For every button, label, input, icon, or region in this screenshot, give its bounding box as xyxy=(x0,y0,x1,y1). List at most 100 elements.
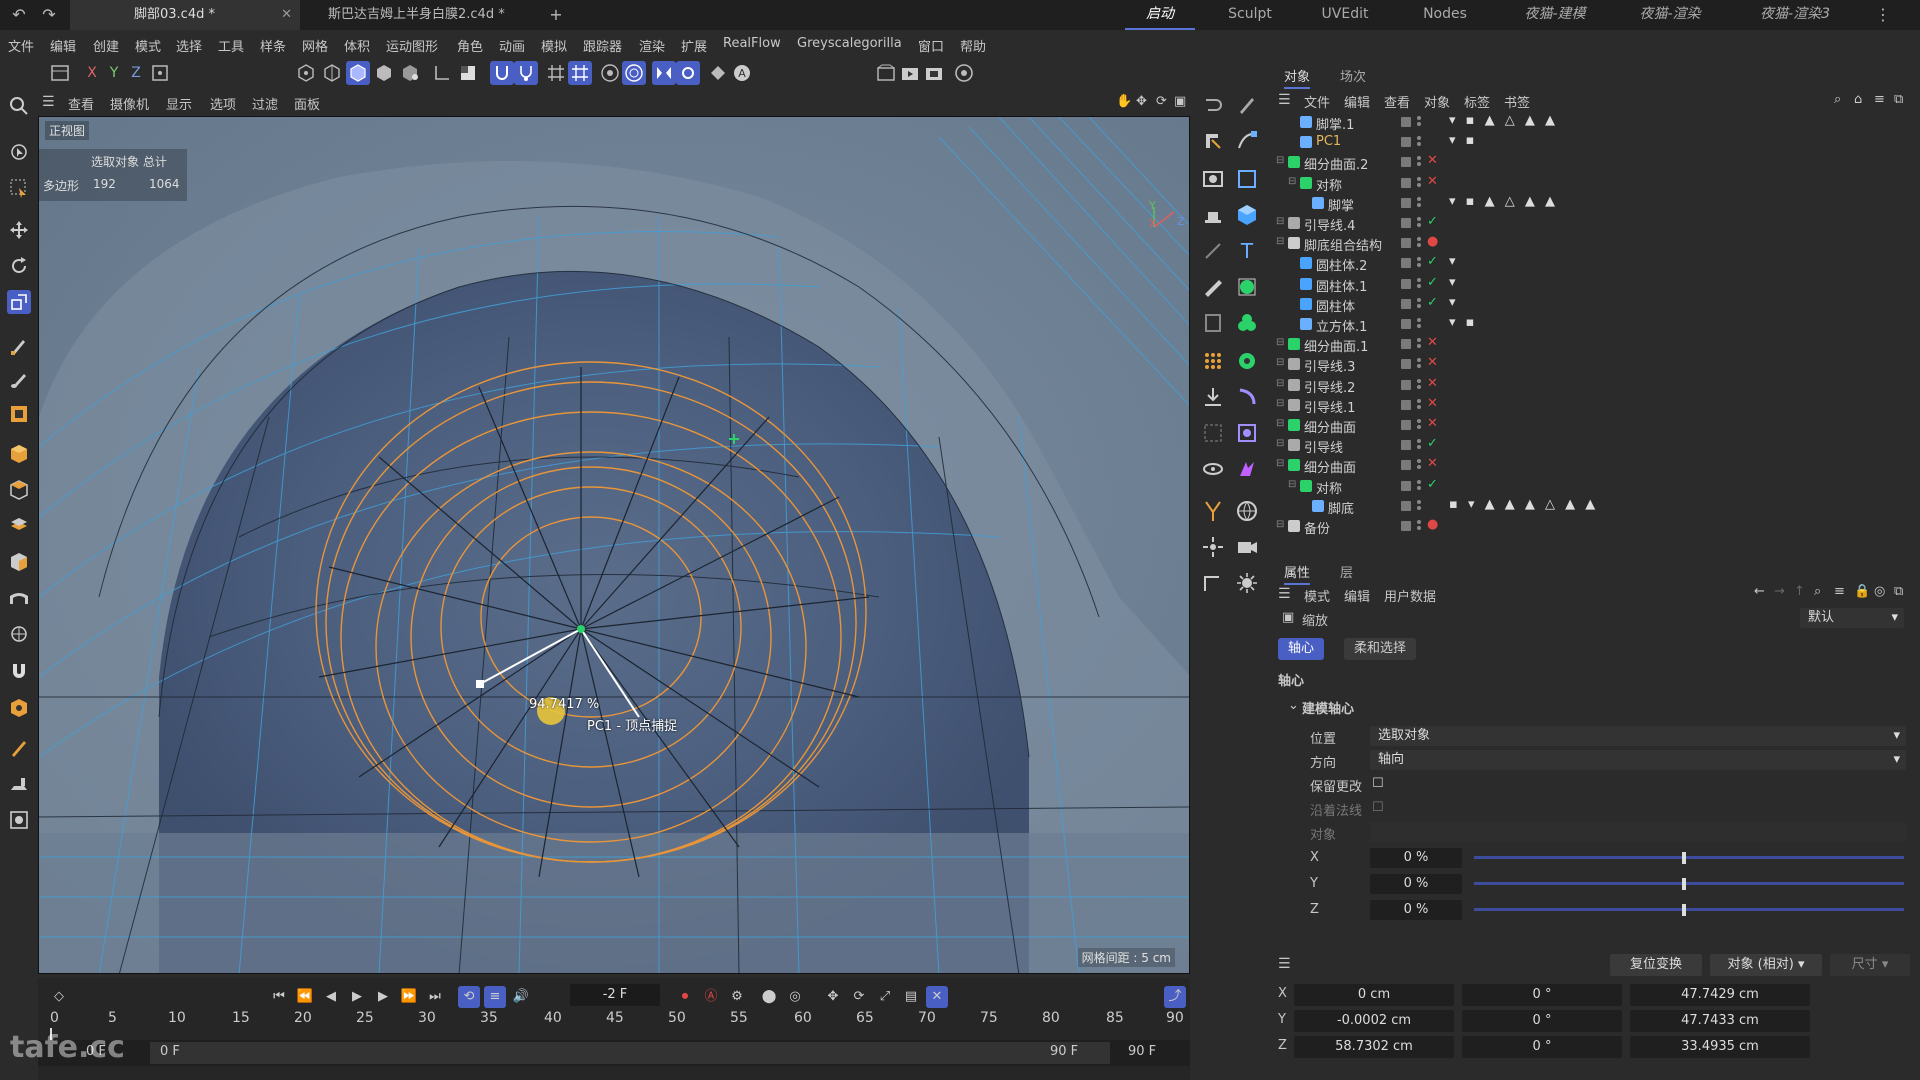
orbit-icon[interactable]: ⟳ xyxy=(1156,94,1167,109)
object-mode-icon[interactable] xyxy=(372,61,396,85)
param-key-icon[interactable]: ▤ xyxy=(900,986,922,1008)
visibility-dots-icon[interactable] xyxy=(1416,195,1422,209)
tree-row[interactable]: ⊟ 引导线 ✓ xyxy=(1274,435,1920,456)
field-icon[interactable] xyxy=(1234,420,1260,446)
effector-icon[interactable] xyxy=(1234,348,1260,374)
expand-toggle-icon[interactable]: ⊟ xyxy=(1276,337,1284,348)
tree-row[interactable]: PC1 ▾ ▪ xyxy=(1274,132,1920,152)
auto-key-icon[interactable]: A xyxy=(730,61,754,85)
layer-color-swatch[interactable] xyxy=(1401,157,1411,168)
render-settings-icon[interactable] xyxy=(952,61,976,85)
tree-row[interactable]: 圆柱体.1 ✓ ▾ xyxy=(1274,274,1920,295)
enabled-status-icon[interactable]: ✓ xyxy=(1427,275,1438,290)
layer-color-swatch[interactable] xyxy=(1401,238,1411,249)
hamburger-icon[interactable]: ☰ xyxy=(42,94,55,110)
prev-key-icon[interactable]: ⏪ xyxy=(294,986,316,1008)
layout-tab-render3[interactable]: 夜猫-渲染3 xyxy=(1740,0,1850,30)
visibility-dots-icon[interactable] xyxy=(1416,276,1422,290)
layer-color-swatch[interactable] xyxy=(1401,521,1411,531)
layer-color-swatch[interactable] xyxy=(1401,177,1411,188)
mirror-settings-icon[interactable] xyxy=(676,61,700,85)
layer-color-swatch[interactable] xyxy=(1401,460,1411,471)
tab-objects[interactable]: 对象 xyxy=(1284,66,1311,89)
tree-row[interactable]: ⊟ 脚底组合结构 ● xyxy=(1274,233,1920,254)
layer-color-swatch[interactable] xyxy=(1401,480,1411,491)
rotation-z-field[interactable]: 0 ° xyxy=(1462,1036,1622,1058)
tree-row[interactable]: ⊟ 细分曲面 ✕ xyxy=(1274,455,1920,476)
snap-settings-icon[interactable] xyxy=(514,61,538,85)
viewport-menu-filter[interactable]: 过滤 xyxy=(252,94,278,113)
tree-row[interactable]: ⊟ 细分曲面.2 ✕ xyxy=(1274,152,1920,173)
enabled-status-icon[interactable]: ✓ xyxy=(1427,254,1438,269)
polygon-pen-icon[interactable] xyxy=(7,478,31,502)
object-tags[interactable]: ▾ ▪ ▲ △ ▲ ▲ xyxy=(1449,194,1558,209)
coordinates-hamburger-icon[interactable]: ☰ xyxy=(1278,956,1291,972)
menu-file[interactable]: 文件 xyxy=(8,36,34,55)
enabled-status-icon[interactable]: ✕ xyxy=(1427,376,1438,391)
layout-tab-nodes[interactable]: Nodes xyxy=(1410,0,1480,30)
axis-z-value[interactable]: 0 % xyxy=(1370,900,1462,920)
menu-help[interactable]: 帮助 xyxy=(960,36,986,55)
points-mode-icon[interactable] xyxy=(294,61,318,85)
undo-icon[interactable]: ↶ xyxy=(8,4,30,26)
expand-toggle-icon[interactable]: ⊟ xyxy=(1276,155,1284,166)
attributes-menu-userdata[interactable]: 用户数据 xyxy=(1384,586,1436,605)
objects-menu-file[interactable]: 文件 xyxy=(1304,92,1330,111)
enabled-status-icon[interactable]: ✓ xyxy=(1427,295,1438,310)
timeline-ruler[interactable]: 0 5 10 15 20 25 30 35 40 45 50 55 60 65 … xyxy=(50,1010,1184,1044)
objects-menu-bookmarks[interactable]: 书签 xyxy=(1504,92,1530,111)
soft-selection-icon[interactable] xyxy=(598,61,622,85)
snap-icon[interactable] xyxy=(490,61,514,85)
up-arrow-icon[interactable]: ↑ xyxy=(1794,584,1805,599)
weld-icon[interactable] xyxy=(7,622,31,646)
forward-arrow-icon[interactable]: → xyxy=(1774,584,1785,599)
light-icon[interactable] xyxy=(1200,202,1226,228)
axis-y-toggle[interactable]: Y xyxy=(102,61,126,85)
expand-toggle-icon[interactable]: ⊟ xyxy=(1276,519,1284,530)
expand-toggle-icon[interactable]: ⊟ xyxy=(1276,357,1284,368)
size-z-field[interactable]: 33.4935 cm xyxy=(1630,1036,1810,1058)
tree-row[interactable]: ⊟ 引导线.1 ✕ xyxy=(1274,395,1920,416)
layout-tab-start[interactable]: 启动 xyxy=(1125,0,1195,30)
visibility-dots-icon[interactable] xyxy=(1416,134,1422,148)
enabled-status-icon[interactable]: ✓ xyxy=(1427,214,1438,229)
enabled-status-icon[interactable]: ● xyxy=(1427,234,1438,249)
extrude-icon[interactable] xyxy=(7,514,31,538)
more-icon[interactable]: ⋮ xyxy=(1872,4,1894,26)
filter-icon[interactable]: ≡ xyxy=(1874,92,1885,107)
pla-key-icon[interactable]: ✕ xyxy=(926,986,948,1008)
environment-icon[interactable] xyxy=(1234,498,1260,524)
sculpt-icon[interactable] xyxy=(7,696,31,720)
layer-color-swatch[interactable] xyxy=(1401,339,1411,350)
position-x-field[interactable]: 0 cm xyxy=(1294,984,1454,1006)
menu-extensions[interactable]: 扩展 xyxy=(681,36,707,55)
autokey-icon[interactable]: Ⓐ xyxy=(700,986,722,1008)
enabled-status-icon[interactable]: ✕ xyxy=(1427,355,1438,370)
layer-color-swatch[interactable] xyxy=(1401,420,1411,430)
axis-x-value[interactable]: 0 % xyxy=(1370,848,1462,868)
enabled-status-icon[interactable]: ✕ xyxy=(1427,416,1438,431)
layer-color-swatch[interactable] xyxy=(1401,258,1411,269)
axis-z-knob[interactable] xyxy=(1682,904,1686,916)
menu-edit[interactable]: 编辑 xyxy=(50,36,76,55)
visibility-dots-icon[interactable] xyxy=(1416,518,1422,532)
tree-row[interactable]: ⊟ 细分曲面 ✕ xyxy=(1274,415,1920,436)
chevron-down-icon[interactable]: ⌄ xyxy=(1288,698,1299,713)
range-end-b[interactable]: 90 F xyxy=(1128,1044,1156,1059)
undo-view-icon[interactable] xyxy=(1200,92,1226,118)
rotation-x-field[interactable]: 0 ° xyxy=(1462,984,1622,1006)
visibility-dots-icon[interactable] xyxy=(1416,356,1422,370)
render-picture-viewer-icon[interactable] xyxy=(922,61,946,85)
camera-icon[interactable] xyxy=(7,808,31,832)
current-frame-field[interactable]: -2 F xyxy=(570,984,660,1006)
camera-object-icon[interactable] xyxy=(1234,534,1260,560)
tree-row[interactable]: ⊟ 引导线.2 ✕ xyxy=(1274,375,1920,396)
light-object-icon[interactable] xyxy=(1234,570,1260,596)
visibility-icon[interactable] xyxy=(1200,456,1226,482)
enabled-status-icon[interactable]: ✕ xyxy=(1427,396,1438,411)
cloner-icon[interactable] xyxy=(1234,310,1260,336)
position-dropdown[interactable]: 选取对象 ▾ xyxy=(1370,726,1906,746)
tab-takes[interactable]: 场次 xyxy=(1340,66,1366,85)
visibility-dots-icon[interactable] xyxy=(1416,235,1422,249)
menu-render[interactable]: 渲染 xyxy=(639,36,665,55)
